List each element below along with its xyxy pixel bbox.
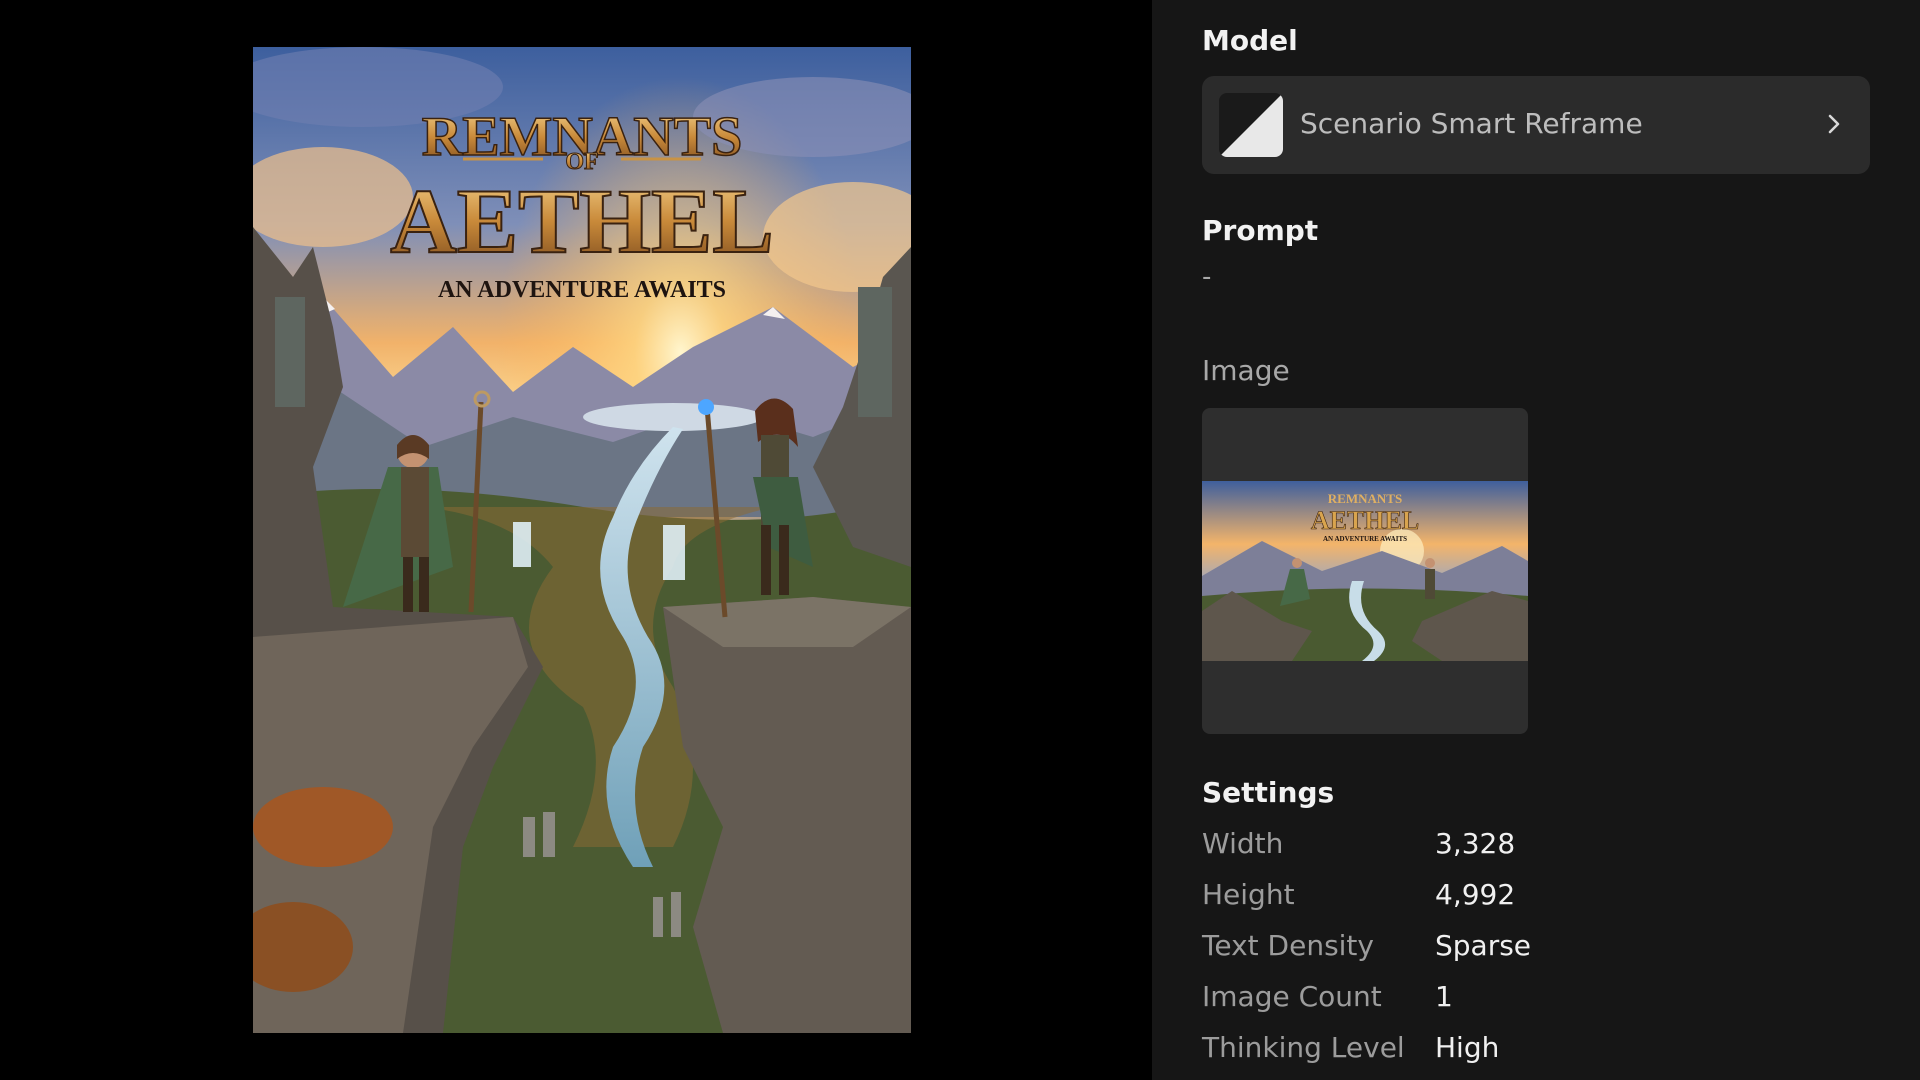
input-image-thumbnail: REMNANTS AETHEL AN ADVENTURE AWAITS bbox=[1202, 481, 1528, 661]
poster-image[interactable]: REMNANTS OF AETHEL AN ADVENTURE AWAITS bbox=[253, 47, 911, 1033]
details-panel: Model Scenario Smart Reframe Prompt - Im… bbox=[1152, 0, 1920, 1080]
model-thumbnail bbox=[1219, 93, 1283, 157]
poster-tagline: AN ADVENTURE AWAITS bbox=[438, 277, 726, 303]
prompt-value: - bbox=[1202, 262, 1212, 292]
thumb-title-line2: AETHEL bbox=[1311, 506, 1419, 535]
setting-row-height: Height 4,992 bbox=[1202, 878, 1870, 918]
setting-label: Height bbox=[1202, 878, 1295, 911]
setting-label: Width bbox=[1202, 827, 1284, 860]
setting-value: High bbox=[1435, 1031, 1500, 1064]
setting-row-text-density: Text Density Sparse bbox=[1202, 929, 1870, 969]
poster-title-line2: AETHEL bbox=[390, 170, 773, 272]
setting-label: Thinking Level bbox=[1202, 1031, 1405, 1064]
setting-row-width: Width 3,328 bbox=[1202, 827, 1870, 867]
model-selector[interactable]: Scenario Smart Reframe bbox=[1202, 76, 1870, 174]
setting-value: 1 bbox=[1435, 980, 1453, 1013]
setting-value: Sparse bbox=[1435, 929, 1532, 962]
setting-row-image-count: Image Count 1 bbox=[1202, 980, 1870, 1020]
chevron-right-icon[interactable] bbox=[1820, 110, 1848, 138]
setting-label: Text Density bbox=[1202, 929, 1374, 962]
prompt-heading: Prompt bbox=[1202, 214, 1319, 247]
input-image-card[interactable]: REMNANTS AETHEL AN ADVENTURE AWAITS bbox=[1202, 408, 1528, 734]
settings-heading: Settings bbox=[1202, 776, 1335, 809]
setting-label: Image Count bbox=[1202, 980, 1382, 1013]
image-viewer: REMNANTS OF AETHEL AN ADVENTURE AWAITS bbox=[0, 0, 1152, 1080]
thumb-tagline: AN ADVENTURE AWAITS bbox=[1323, 535, 1407, 543]
poster-artwork: REMNANTS OF AETHEL AN ADVENTURE AWAITS bbox=[253, 47, 911, 1033]
model-heading: Model bbox=[1202, 24, 1298, 57]
setting-value: 3,328 bbox=[1435, 827, 1516, 860]
app-root: REMNANTS OF AETHEL AN ADVENTURE AWAITS M… bbox=[0, 0, 1920, 1080]
model-name: Scenario Smart Reframe bbox=[1300, 107, 1643, 140]
setting-row-thinking-level: Thinking Level High bbox=[1202, 1031, 1870, 1071]
thumb-title-line1: REMNANTS bbox=[1328, 491, 1402, 506]
image-heading: Image bbox=[1202, 354, 1290, 387]
setting-value: 4,992 bbox=[1435, 878, 1516, 911]
